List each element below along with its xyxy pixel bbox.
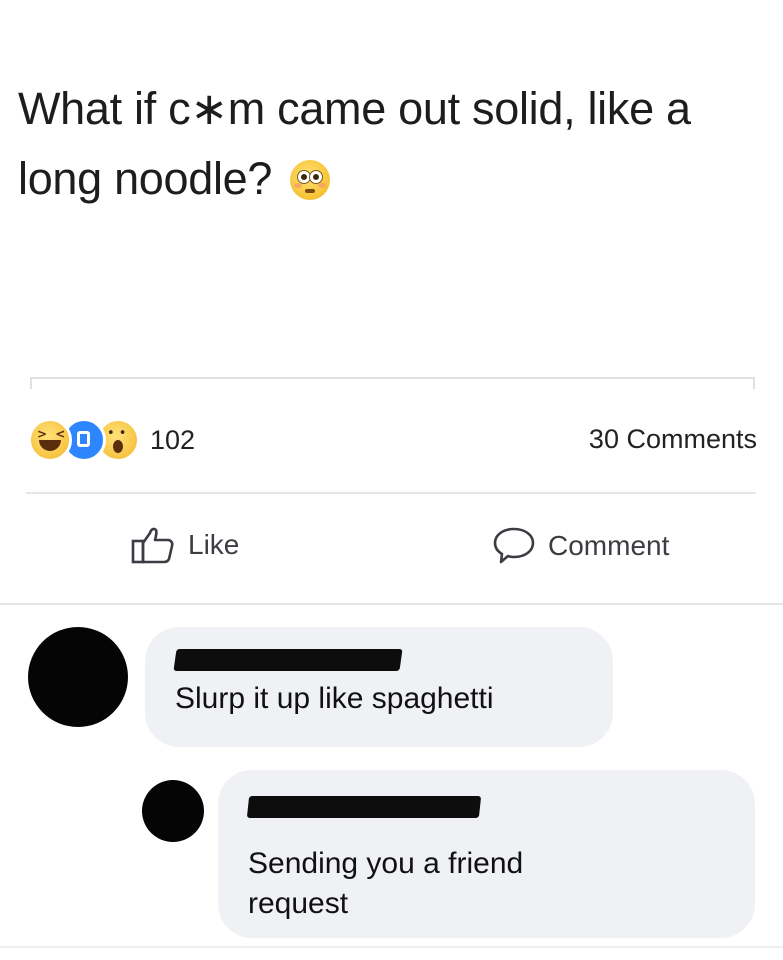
comment-text: Slurp it up like spaghetti xyxy=(175,682,494,715)
comments-count-link[interactable]: 30 Comments xyxy=(589,424,757,455)
avatar[interactable] xyxy=(28,627,128,727)
redacted-author-name[interactable] xyxy=(173,649,403,671)
reply-text: Sending you a friend request xyxy=(248,847,524,920)
thumbs-up-icon xyxy=(130,525,176,565)
avatar[interactable] xyxy=(142,780,204,842)
reply-bubble: Sending you a friend request xyxy=(218,770,755,938)
reaction-summary[interactable]: 102 xyxy=(28,418,195,462)
haha-reaction-icon xyxy=(28,418,72,462)
divider xyxy=(0,946,783,948)
post-text: What if c∗m came out solid, like a long … xyxy=(18,74,768,214)
divider xyxy=(26,492,756,494)
comment-button[interactable]: Comment xyxy=(492,525,669,567)
post-body: What if c∗m came out solid, like a long … xyxy=(18,83,691,204)
redacted-author-name[interactable] xyxy=(246,796,482,818)
like-button[interactable]: Like xyxy=(130,525,239,565)
comment-bubble: Slurp it up like spaghetti xyxy=(145,627,613,747)
like-label: Like xyxy=(188,529,240,560)
speech-bubble-icon xyxy=(492,525,536,567)
section-divider xyxy=(0,603,783,605)
flushed-face-icon xyxy=(290,160,331,200)
reaction-count: 102 xyxy=(150,424,196,455)
comment-label: Comment xyxy=(548,530,670,561)
link-preview-edge xyxy=(30,377,755,389)
